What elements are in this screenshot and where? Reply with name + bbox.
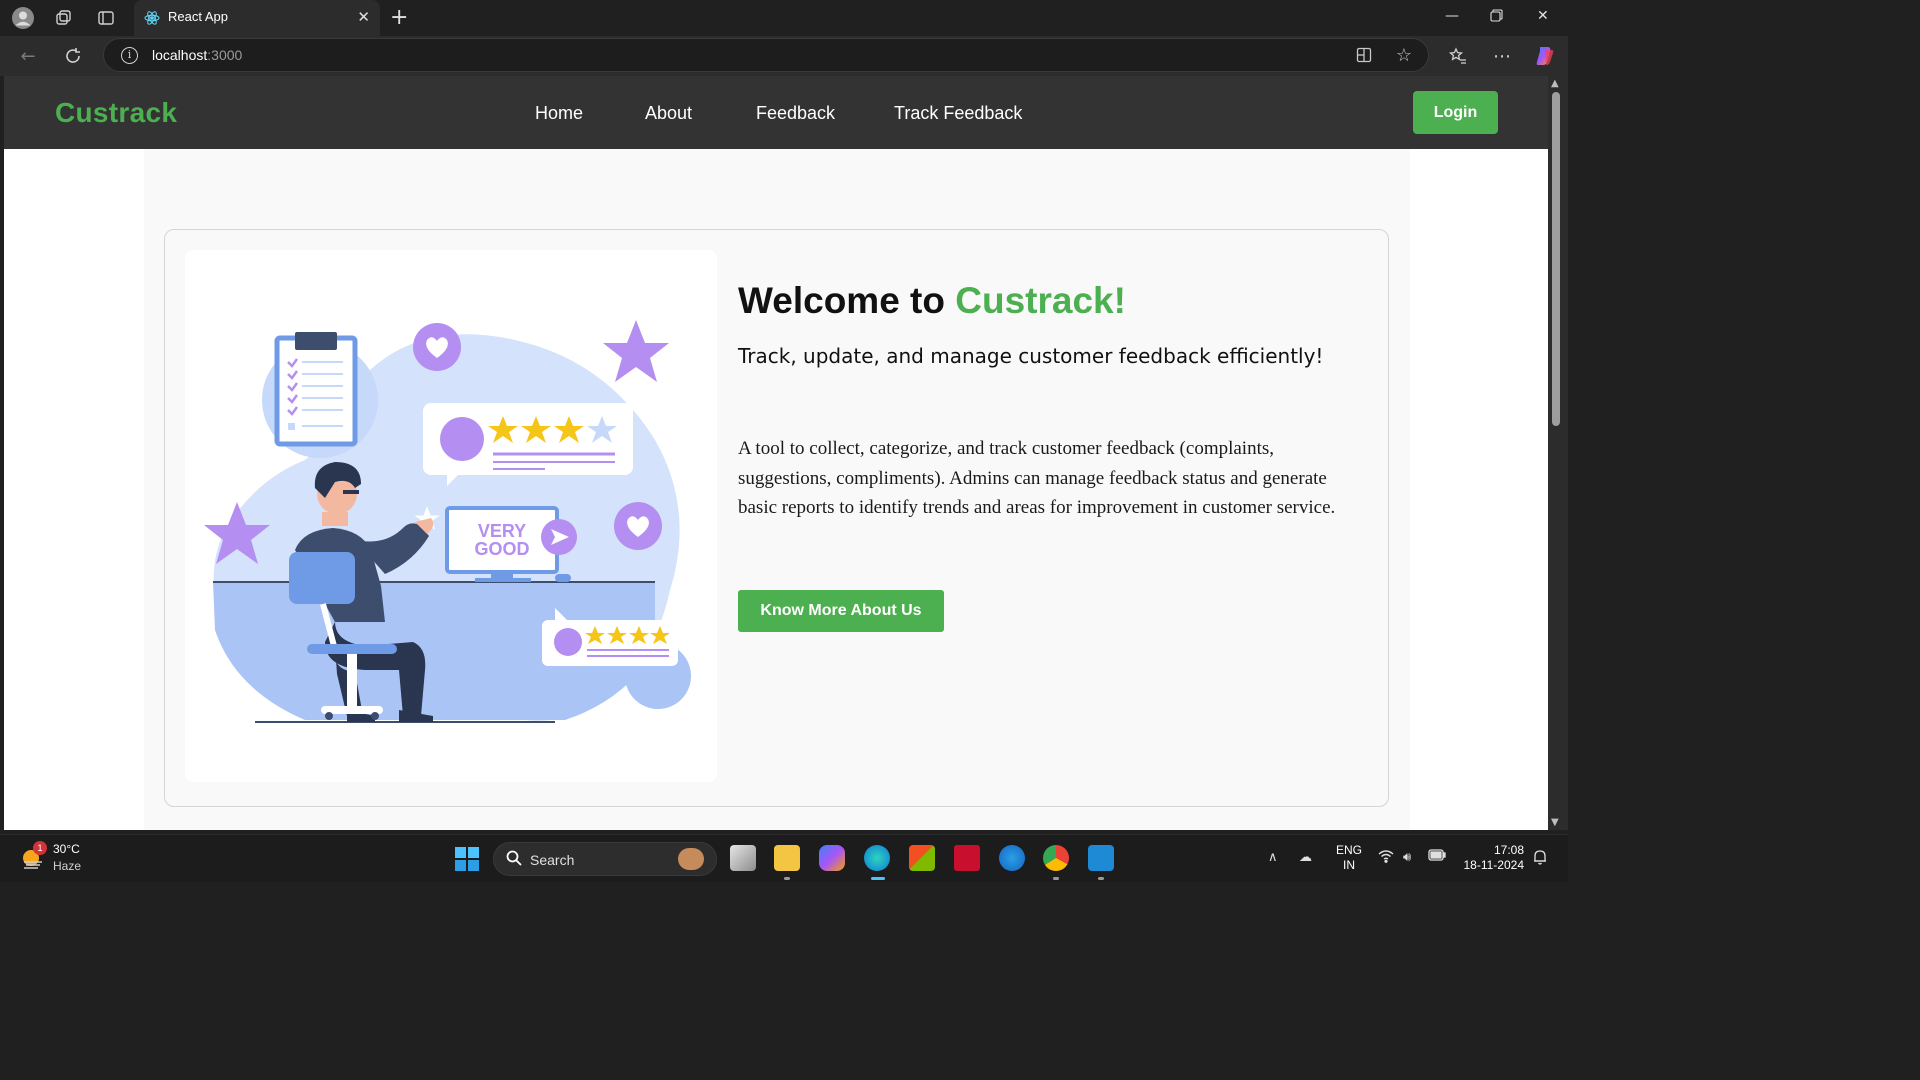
running-indicator [1098, 877, 1104, 880]
active-indicator [871, 877, 885, 880]
browser-tab-active[interactable]: React App ✕ [134, 0, 380, 36]
page-viewport: Custrack Home About Feedback Track Feedb… [4, 76, 1548, 830]
hero-description: A tool to collect, categorize, and track… [738, 438, 1336, 518]
help-icon[interactable] [999, 845, 1025, 871]
back-icon[interactable]: ← [16, 44, 40, 68]
info-icon[interactable]: i [121, 47, 138, 64]
login-button[interactable]: Login [1413, 91, 1498, 134]
minimize-icon[interactable]: — [1445, 8, 1459, 24]
microsoft-store-icon[interactable] [909, 845, 935, 871]
language-indicator[interactable]: ENG IN [1336, 843, 1362, 873]
split-screen-icon[interactable] [1356, 47, 1372, 67]
scroll-down-icon[interactable]: ▼ [1551, 817, 1559, 828]
nav-home[interactable]: Home [535, 103, 583, 124]
profile-icon[interactable] [11, 6, 35, 30]
hero-illustration: VERY GOOD [185, 250, 717, 782]
tab-actions-icon[interactable] [94, 6, 118, 30]
close-icon[interactable]: ✕ [357, 9, 370, 25]
copilot-icon[interactable] [1533, 44, 1557, 68]
illustration-text-good: GOOD [474, 539, 529, 559]
windows-start-icon[interactable] [455, 847, 479, 871]
mcafee-icon[interactable] [954, 845, 980, 871]
search-icon [506, 850, 522, 870]
react-favicon-icon [144, 10, 160, 26]
hero-title: Welcome to Custrack! [738, 280, 1126, 321]
main-content: VERY GOOD Welcome to Custrack! Track, up… [144, 149, 1410, 830]
browser-toolbar: ← i localhost:3000 ☆ ⋯ [0, 36, 1568, 76]
battery-icon[interactable] [1428, 849, 1446, 864]
copilot-taskbar-icon[interactable] [819, 845, 845, 871]
taskbar-search[interactable]: Search [493, 842, 717, 876]
notifications-icon[interactable] [1533, 849, 1547, 868]
running-indicator [784, 877, 790, 880]
file-explorer-icon[interactable] [774, 845, 800, 871]
window-close-icon[interactable]: ✕ [1537, 8, 1549, 24]
hero-card: VERY GOOD Welcome to Custrack! Track, up… [164, 229, 1389, 807]
chrome-icon[interactable] [1043, 845, 1069, 871]
illustration-text-very: VERY [478, 521, 526, 541]
url-text[interactable]: localhost:3000 [152, 47, 242, 63]
weather-temperature[interactable]: 30°C [53, 842, 80, 856]
edge-icon[interactable] [864, 845, 890, 871]
search-label: Search [530, 852, 575, 868]
favorites-icon[interactable] [1446, 44, 1470, 68]
restore-icon[interactable] [1490, 9, 1503, 26]
volume-icon[interactable]: 🔊︎ [1403, 849, 1411, 865]
running-indicator [1053, 877, 1059, 880]
nav-about[interactable]: About [645, 103, 692, 124]
scroll-up-icon[interactable]: ▲ [1551, 78, 1559, 89]
know-more-button[interactable]: Know More About Us [738, 590, 944, 632]
windows-taskbar: 1 30°C Haze Search ∧ ☁ ENG IN 🔊︎ 17:08 18-… [0, 834, 1568, 882]
more-icon[interactable]: ⋯ [1490, 44, 1514, 68]
nav-feedback[interactable]: Feedback [756, 103, 835, 124]
refresh-icon[interactable] [61, 44, 85, 68]
new-tab-icon[interactable]: + [390, 5, 408, 30]
workspaces-icon[interactable] [52, 6, 76, 30]
tab-title: React App [168, 9, 228, 24]
hero-title-accent: Custrack! [955, 280, 1126, 321]
nav-track-feedback[interactable]: Track Feedback [894, 103, 1022, 124]
address-bar[interactable]: i localhost:3000 ☆ [103, 38, 1429, 72]
weather-condition[interactable]: Haze [53, 859, 81, 873]
site-logo[interactable]: Custrack [55, 97, 177, 129]
browser-titlebar: React App ✕ + — ✕ [0, 0, 1568, 36]
chevron-up-icon[interactable]: ∧ [1268, 849, 1278, 865]
vscode-icon[interactable] [1088, 845, 1114, 871]
search-highlight-image [678, 848, 704, 870]
onedrive-icon[interactable]: ☁ [1299, 849, 1312, 865]
hero-subtitle: Track, update, and manage customer feedb… [738, 344, 1324, 368]
task-view-icon[interactable] [730, 845, 756, 871]
weather-badge: 1 [33, 841, 47, 855]
favorite-star-icon[interactable]: ☆ [1396, 45, 1412, 66]
system-clock[interactable]: 17:08 18-11-2024 [1460, 843, 1525, 873]
scroll-thumb[interactable] [1552, 92, 1560, 426]
wifi-icon[interactable] [1378, 849, 1394, 866]
site-navbar: Custrack Home About Feedback Track Feedb… [4, 76, 1548, 149]
page-scrollbar[interactable]: ▲ ▼ [1548, 76, 1568, 830]
